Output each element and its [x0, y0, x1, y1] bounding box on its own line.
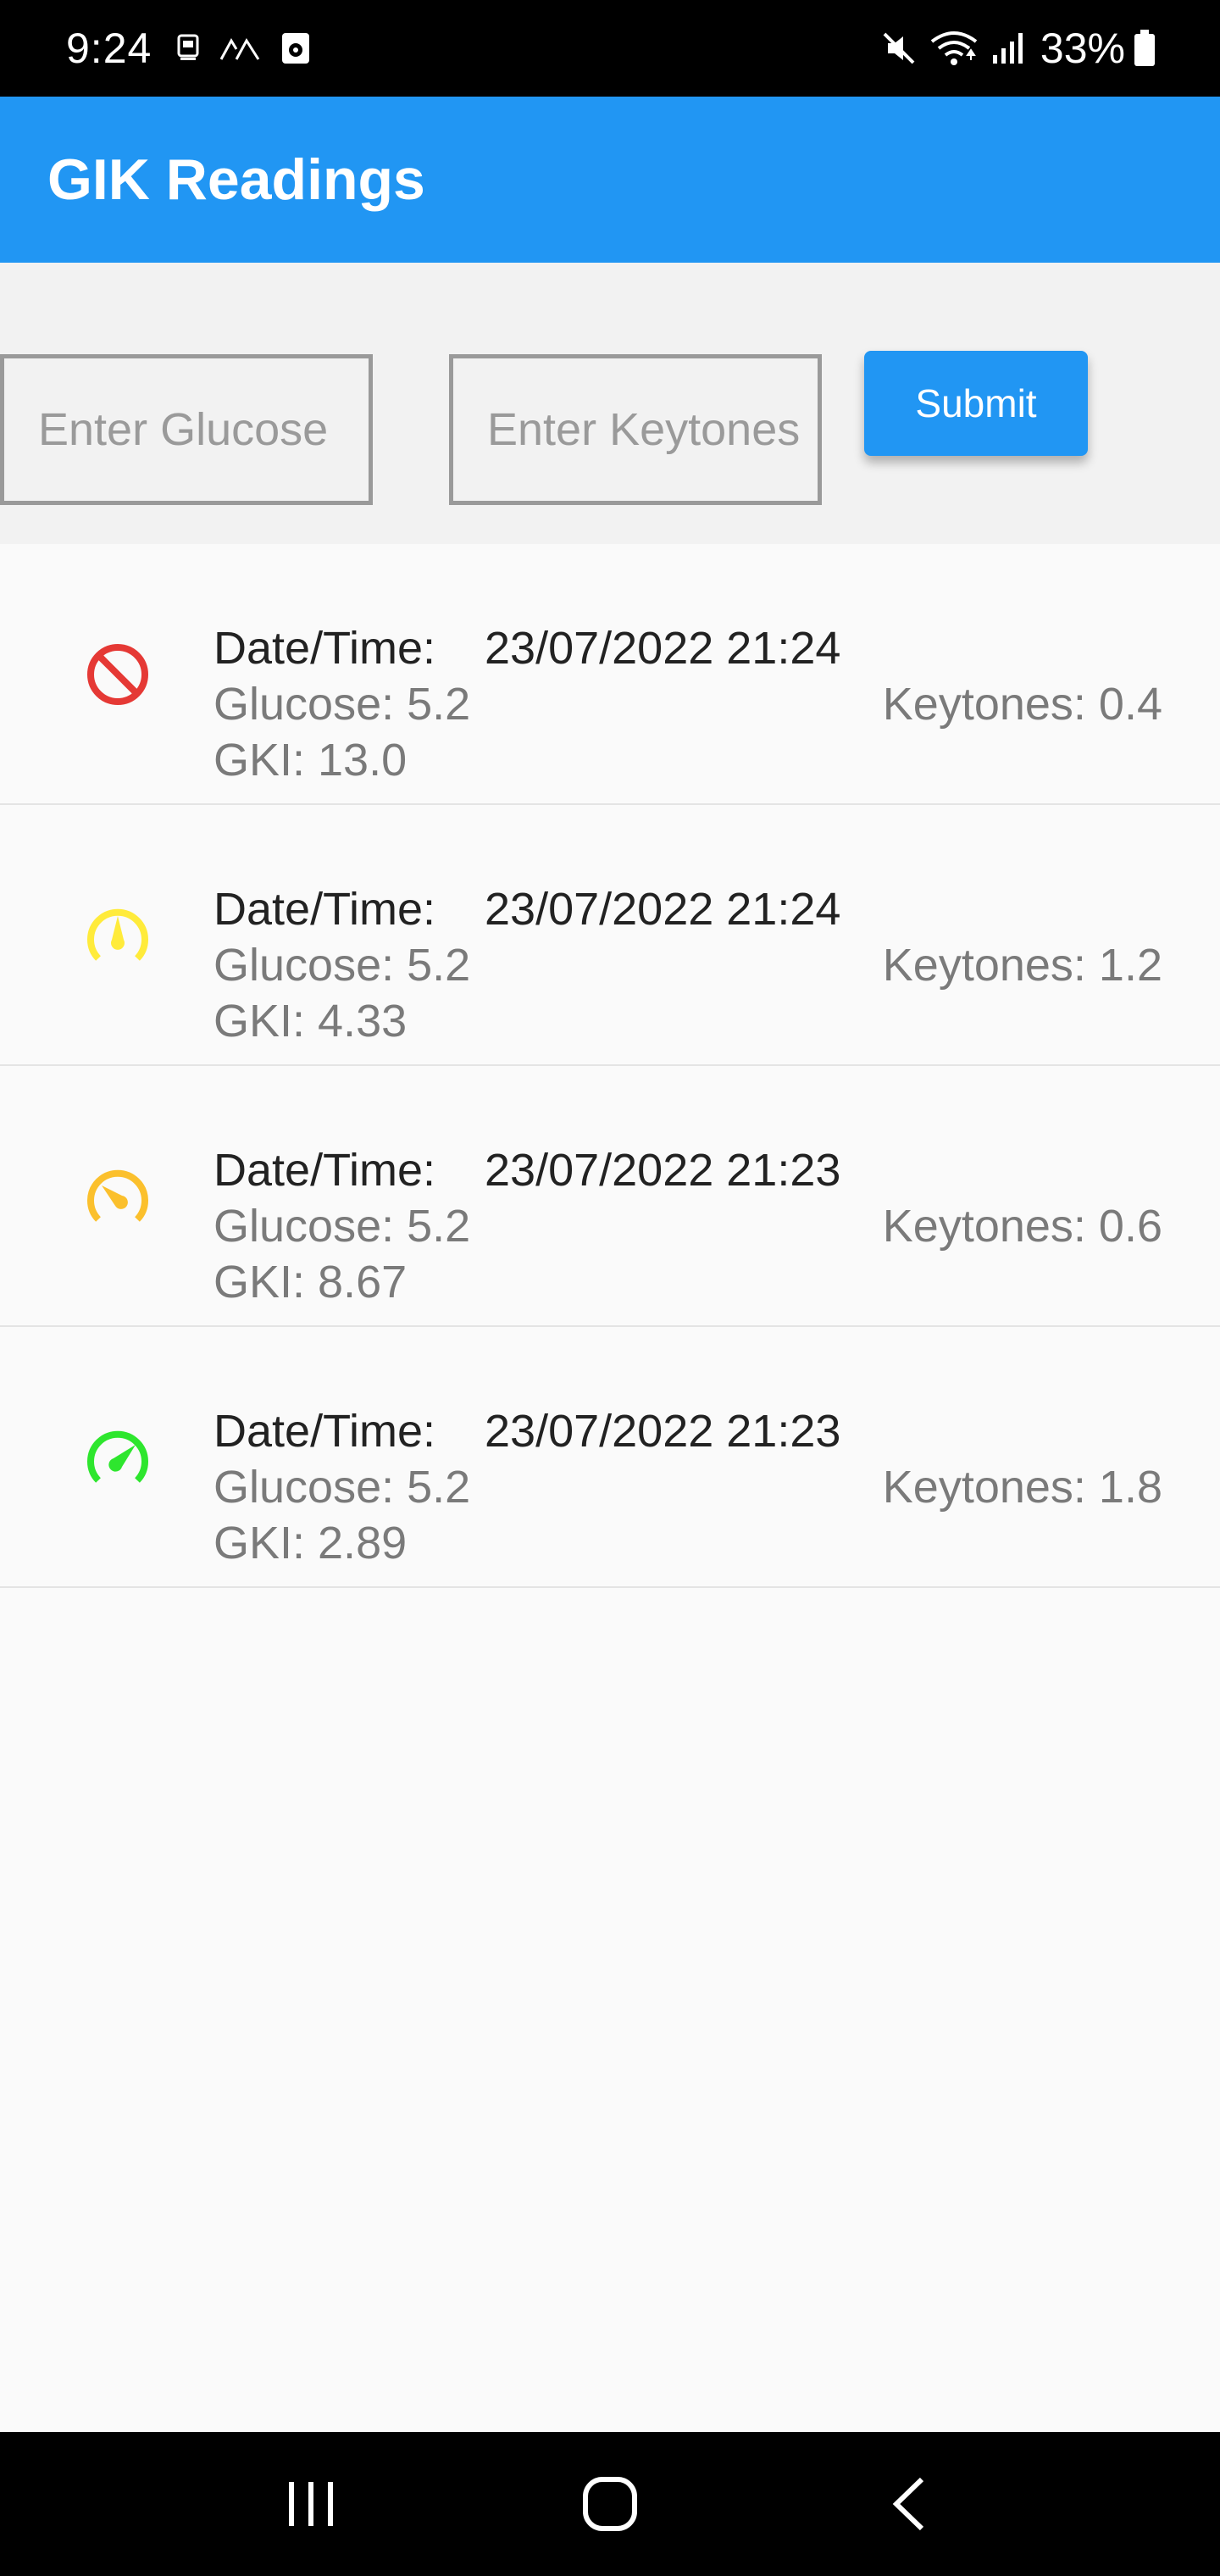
- datetime-value: 23/07/2022 21:23: [485, 1145, 841, 1196]
- status-left: 9:24: [66, 24, 330, 73]
- reading-row[interactable]: Date/Time: 23/07/2022 21:23 Glucose: 5.2…: [0, 1327, 1220, 1588]
- datetime-line: Date/Time: 23/07/2022 21:23: [214, 1403, 840, 1459]
- reading-row[interactable]: Date/Time: 23/07/2022 21:24 Glucose: 5.2…: [0, 805, 1220, 1066]
- navigation-bar: [0, 2432, 1220, 2576]
- wave-icon: [219, 36, 262, 61]
- keytones-value: Keytones: 0.6: [882, 1201, 1162, 1252]
- gki-value: GKI: 13.0: [214, 735, 408, 786]
- media-icon: [280, 31, 311, 65]
- status-time: 9:24: [66, 25, 152, 72]
- home-icon[interactable]: [559, 2453, 661, 2555]
- input-form: Enter Glucose Enter Keytones Submit: [0, 263, 1220, 544]
- status-bar: 9:24 33%: [0, 0, 1220, 97]
- gki-value: GKI: 4.33: [214, 996, 408, 1046]
- keytones-input[interactable]: Enter Keytones: [449, 354, 822, 505]
- datetime-value: 23/07/2022 21:24: [485, 623, 841, 674]
- signal-icon: [991, 31, 1025, 65]
- datetime-value: 23/07/2022 21:23: [485, 1406, 841, 1457]
- datetime-label: Date/Time:: [214, 884, 436, 935]
- no-entry-icon: [87, 644, 148, 705]
- reading-row[interactable]: Date/Time: 23/07/2022 21:23 Glucose: 5.2…: [0, 1066, 1220, 1327]
- gauge-low-icon: [87, 1169, 148, 1222]
- battery-icon: [1134, 30, 1156, 67]
- glucose-input[interactable]: Enter Glucose: [0, 354, 373, 505]
- datetime-line: Date/Time: 23/07/2022 21:23: [214, 1142, 840, 1198]
- keytones-value: Keytones: 1.2: [882, 940, 1162, 991]
- glucose-value: Glucose: 5.2: [214, 1462, 471, 1513]
- reading-details: Date/Time: 23/07/2022 21:23 Glucose: 5.2…: [214, 1403, 840, 1571]
- glucose-value: Glucose: 5.2: [214, 1201, 471, 1252]
- notification-icon: [175, 34, 201, 63]
- glucose-value: Glucose: 5.2: [214, 679, 471, 730]
- datetime-label: Date/Time:: [214, 623, 436, 674]
- datetime-value: 23/07/2022 21:24: [485, 884, 841, 935]
- datetime-label: Date/Time:: [214, 1406, 436, 1457]
- reading-details: Date/Time: 23/07/2022 21:24 Glucose: 5.2…: [214, 881, 840, 1049]
- reading-details: Date/Time: 23/07/2022 21:24 Glucose: 5.2…: [214, 620, 840, 788]
- datetime-line: Date/Time: 23/07/2022 21:24: [214, 620, 840, 676]
- battery-percentage: 33%: [1040, 25, 1125, 72]
- reading-row[interactable]: Date/Time: 23/07/2022 21:24 Glucose: 5.2…: [0, 544, 1220, 805]
- readings-list: Date/Time: 23/07/2022 21:24 Glucose: 5.2…: [0, 544, 1220, 1588]
- keytones-value: Keytones: 0.4: [882, 679, 1162, 730]
- status-right: 33%: [881, 24, 1167, 73]
- datetime-line: Date/Time: 23/07/2022 21:24: [214, 881, 840, 937]
- gki-value: GKI: 2.89: [214, 1518, 408, 1568]
- gki-value: GKI: 8.67: [214, 1257, 408, 1307]
- submit-button[interactable]: Submit: [864, 351, 1088, 456]
- recent-apps-icon[interactable]: [260, 2453, 362, 2555]
- glucose-value: Glucose: 5.2: [214, 940, 471, 991]
- back-icon[interactable]: [858, 2453, 960, 2555]
- datetime-label: Date/Time:: [214, 1145, 436, 1196]
- gauge-high-icon: [87, 1430, 148, 1483]
- app-bar: GIK Readings: [0, 97, 1220, 263]
- keytones-value: Keytones: 1.8: [882, 1462, 1162, 1513]
- app-title: GIK Readings: [47, 147, 425, 212]
- reading-details: Date/Time: 23/07/2022 21:23 Glucose: 5.2…: [214, 1142, 840, 1310]
- mute-icon: [881, 31, 917, 66]
- gauge-mid-icon: [87, 908, 148, 961]
- wifi-icon: [929, 30, 979, 67]
